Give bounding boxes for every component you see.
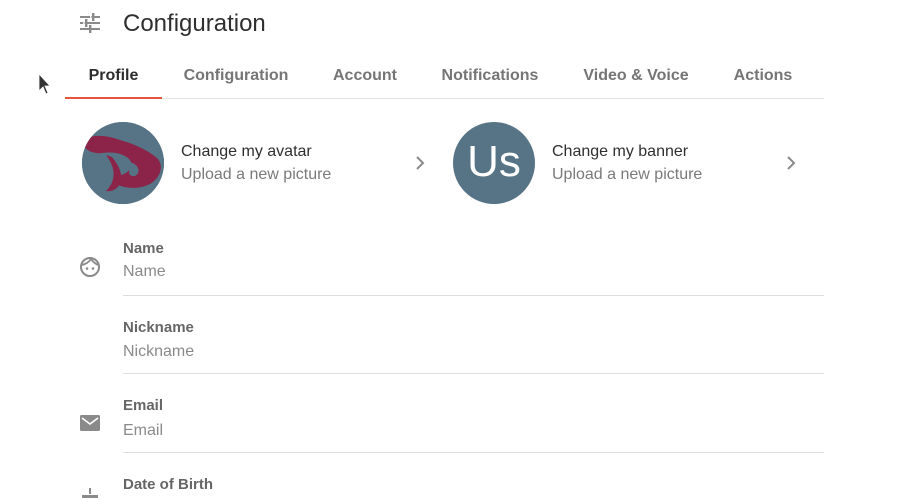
nickname-input[interactable] (123, 340, 824, 364)
name-label: Name (123, 240, 164, 257)
avatar-title: Change my avatar (181, 143, 312, 160)
tab-video-voice[interactable]: Video & Voice (575, 58, 697, 96)
tab-actions[interactable]: Actions (725, 58, 801, 96)
tab-account[interactable]: Account (324, 58, 406, 96)
date-of-birth-label: Date of Birth (123, 476, 213, 493)
email-input[interactable] (123, 419, 824, 443)
email-label: Email (123, 397, 164, 414)
tab-configuration[interactable]: Configuration (175, 58, 297, 96)
banner-subtitle: Upload a new picture (552, 166, 703, 183)
tab-profile[interactable]: Profile (65, 58, 162, 96)
configuration-page: Configuration Profile Configuration Acco… (0, 0, 900, 500)
active-tab-indicator (65, 97, 162, 99)
chevron-right-icon (416, 156, 425, 170)
mail-icon (80, 415, 100, 431)
page-header: Configuration (0, 0, 900, 50)
change-banner-button[interactable]: Us Change my banner Upload a new picture (453, 122, 803, 204)
chevron-right-icon (787, 156, 796, 170)
nickname-label: Nickname (123, 319, 194, 336)
settings-tabs: Profile Configuration Account Notificati… (65, 58, 824, 99)
date-of-birth-field: Date of Birth (123, 476, 824, 500)
banner-initials: Us (467, 137, 521, 186)
email-underline (123, 452, 824, 453)
cake-icon (82, 488, 98, 498)
avatar (82, 122, 164, 204)
name-underline (123, 295, 824, 296)
banner-avatar: Us (453, 122, 535, 204)
mouse-cursor-icon (38, 73, 50, 95)
avatar-subtitle: Upload a new picture (181, 166, 332, 183)
nickname-underline (123, 373, 824, 374)
page-title: Configuration (123, 10, 266, 37)
name-field: Name (123, 240, 824, 296)
email-field: Email (123, 397, 824, 453)
nickname-field: Nickname (123, 319, 824, 374)
change-avatar-button[interactable]: Change my avatar Upload a new picture (82, 122, 432, 204)
tab-notifications[interactable]: Notifications (433, 58, 547, 96)
banner-title: Change my banner (552, 143, 689, 160)
face-icon (80, 257, 100, 277)
avatar-image (82, 122, 164, 204)
name-input[interactable] (123, 260, 824, 284)
tune-icon (80, 13, 100, 33)
